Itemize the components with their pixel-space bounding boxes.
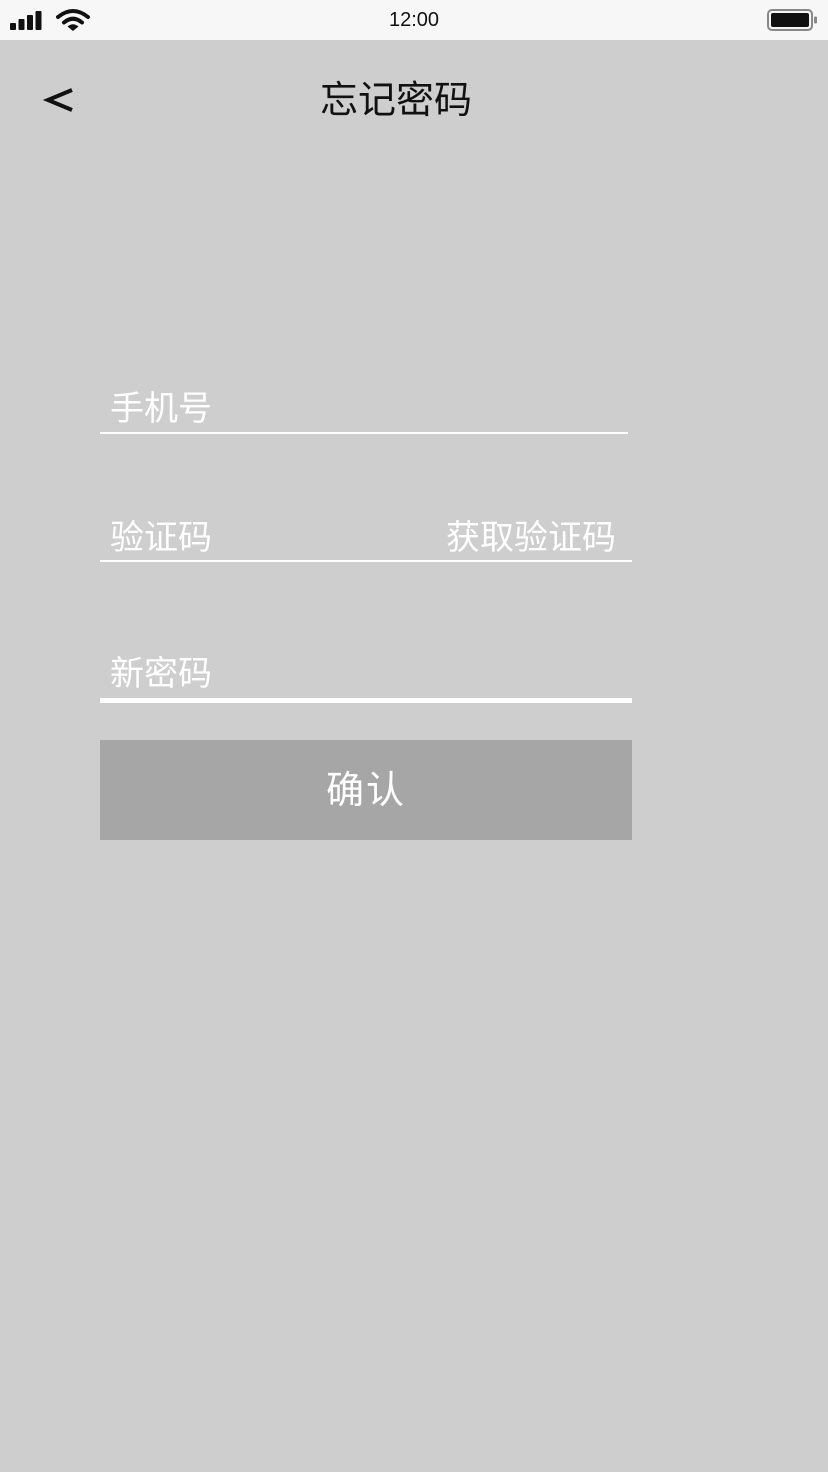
confirm-button[interactable]: 确认 (100, 740, 632, 840)
status-bar: 12:00 (0, 0, 828, 40)
get-code-button[interactable]: 获取验证码 (436, 516, 616, 560)
verification-code-input[interactable] (110, 516, 410, 560)
battery-icon (767, 9, 817, 31)
new-password-underline (100, 698, 632, 703)
page-title: 忘记密码 (319, 78, 472, 122)
verification-code-underline (100, 560, 632, 562)
new-password-input[interactable] (110, 650, 620, 698)
phone-field (100, 386, 628, 434)
verification-code-field: 获取验证码 (100, 516, 632, 562)
new-password-field (100, 650, 632, 703)
phone-input[interactable] (110, 386, 620, 432)
phone-underline (100, 432, 628, 434)
status-time: 12:00 (388, 9, 440, 31)
